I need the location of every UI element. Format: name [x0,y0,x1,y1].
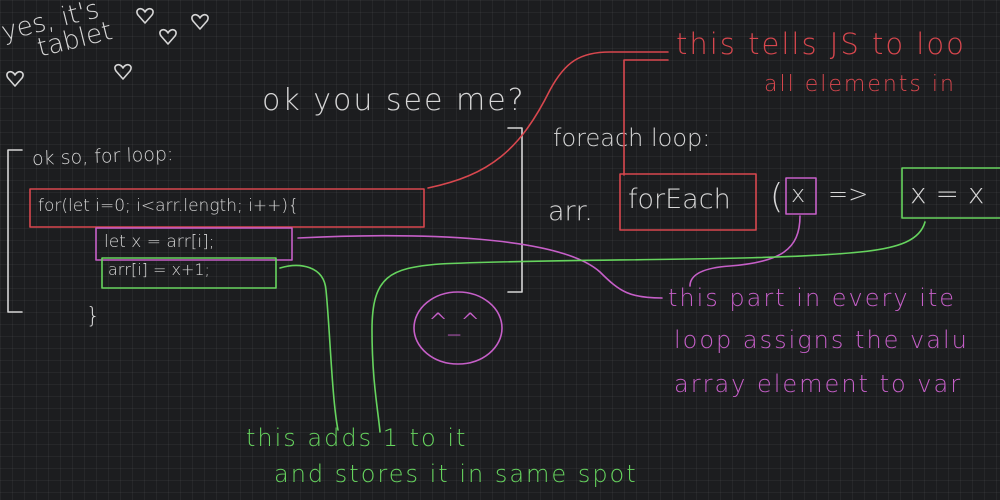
pink-connector-line [297,234,663,299]
foreach-param-text: x [791,180,806,208]
green-note-line2: and stores it in same spot [274,460,638,488]
for-loop-increment-code: arr[i] = x+1; [108,260,210,279]
right-bracket [507,127,523,293]
pink-connector-line2 [689,215,801,287]
pink-note-line1: this part in every ite [668,284,957,312]
red-note-line1: this tells JS to loo [676,27,966,61]
heart-icon [191,13,209,30]
foreach-heading: foreach loop: [553,124,711,152]
drawing-canvas[interactable]: yes, it's tablet ok you see me? ok so, f… [0,0,1000,500]
foreach-arr-text: arr. [548,196,593,227]
pink-note-line3: array element to var [674,370,963,398]
foreach-arrow-text: => [828,180,869,208]
heart-icon [159,28,177,45]
heart-icon [114,63,132,80]
foreach-body-text: x = x [910,177,985,210]
foreach-open-paren: ( [770,177,784,217]
greeting-text: ok you see me? [262,83,526,118]
smiley-face-text: ^_^ [428,308,481,336]
for-loop-header-code: for(let i=0; i<arr.length; i++){ [38,196,299,216]
for-loop-heading: ok so, for loop: [31,143,174,170]
green-connector-line [279,264,339,431]
red-note-line2: all elements in [764,72,956,97]
left-bracket [7,149,23,313]
pink-note-line2: loop assigns the valu [674,326,969,354]
for-loop-close-brace: } [86,304,100,329]
red-connector-line [427,51,669,189]
heart-icon [136,7,154,24]
foreach-method-text: forEach [628,184,731,215]
for-loop-assign-code: let x = arr[i]; [104,232,215,252]
red-connector-line2 [623,59,669,176]
green-note-line1: this adds 1 to it [246,424,468,452]
heart-icon [6,70,24,87]
